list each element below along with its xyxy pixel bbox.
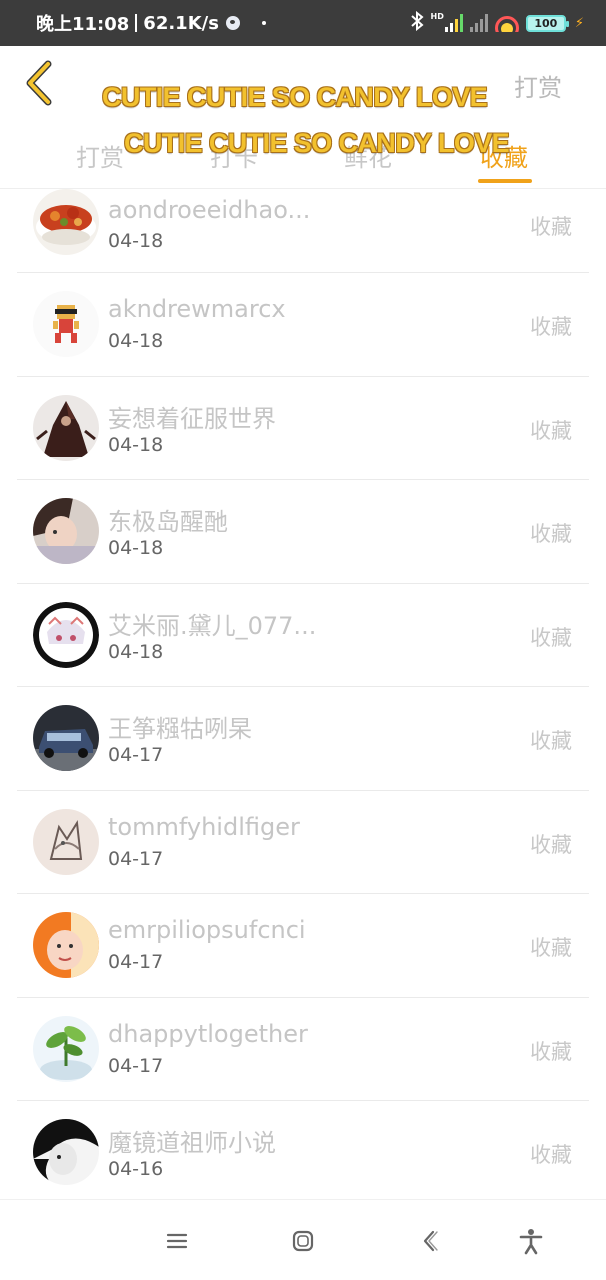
notification-bubble-icon [225, 16, 240, 30]
date: 04-17 [108, 951, 164, 973]
date: 04-18 [108, 330, 164, 352]
network-speed: 62.1K/s [143, 12, 219, 34]
banner-text-top: CUTIE CUTIE SO CANDY LOVE [102, 82, 488, 112]
header: 打赏 打赏 打卡 鲜花 收藏 CUTIE CUTIE SO CANDY LOVE… [0, 46, 606, 189]
list-item[interactable]: tommfyhidlfiger 04-17 收藏 [17, 791, 589, 894]
favorite-label[interactable]: 收藏 [530, 518, 572, 548]
favorites-list: aondroeeidhao... 04-18 收藏 akndrewmarcx 0… [17, 189, 589, 1205]
home-icon [292, 1230, 314, 1252]
avatar[interactable] [33, 189, 99, 255]
status-time: 晚上11:08 [36, 14, 130, 35]
username: aondroeeidhao... [108, 196, 311, 224]
date: 04-17 [108, 847, 164, 870]
username: 王筝糨牯咧杲 [108, 715, 252, 743]
avatar[interactable] [33, 394, 99, 461]
date: 04-18 [108, 230, 164, 252]
active-tab-indicator [478, 179, 532, 183]
username: akndrewmarcx [108, 295, 286, 323]
reward-button[interactable]: 打赏 [514, 68, 562, 103]
hd-label: HD [430, 12, 444, 21]
system-nav-bar [0, 1199, 606, 1280]
accessibility-button[interactable] [516, 1226, 546, 1256]
list-item[interactable]: aondroeeidhao... 04-18 收藏 [17, 189, 589, 273]
list-item[interactable]: 艾米丽.黛儿_077... 04-18 收藏 [17, 584, 589, 687]
avatar[interactable] [33, 705, 99, 771]
signal-secondary-icon [469, 14, 488, 32]
favorite-label[interactable]: 收藏 [530, 211, 572, 241]
avatar[interactable] [33, 601, 99, 668]
home-button[interactable] [288, 1226, 318, 1256]
username: 妄想着征服世界 [108, 404, 276, 433]
list-item[interactable]: 王筝糨牯咧杲 04-17 收藏 [17, 687, 589, 791]
favorite-label[interactable]: 收藏 [530, 415, 572, 445]
favorite-label[interactable]: 收藏 [530, 932, 572, 962]
username: 魔镜道祖师小说 [108, 1129, 276, 1157]
username: 艾米丽.黛儿_077... [108, 611, 317, 640]
chevron-left-icon [26, 60, 52, 106]
username: 东极岛醒酏 [108, 508, 228, 536]
list-item[interactable]: 魔镜道祖师小说 04-16 收藏 [17, 1101, 589, 1205]
favorite-label[interactable]: 收藏 [530, 1036, 572, 1066]
favorite-label[interactable]: 收藏 [530, 829, 572, 859]
battery-level: 100 [534, 16, 558, 30]
favorite-label[interactable]: 收藏 [530, 725, 572, 755]
list-item[interactable]: 东极岛醒酏 04-18 收藏 [17, 480, 589, 584]
username: dhappytlogether [108, 1019, 308, 1048]
avatar[interactable] [33, 912, 99, 978]
wifi-icon [494, 14, 519, 32]
tab-reward[interactable]: 打赏 [76, 138, 124, 173]
avatar[interactable] [33, 1119, 99, 1185]
signal-icon [444, 14, 463, 32]
avatar[interactable] [33, 291, 99, 357]
banner-text-bottom: CUTIE CUTIE SO CANDY LOVE [124, 128, 510, 158]
favorite-label[interactable]: 收藏 [530, 1139, 572, 1169]
date: 04-18 [108, 640, 164, 663]
favorite-label[interactable]: 收藏 [530, 622, 572, 652]
list-item[interactable]: dhappytlogether 04-17 收藏 [17, 998, 589, 1101]
list-item[interactable]: 妄想着征服世界 04-18 收藏 [17, 377, 589, 480]
status-right: HD 100 ⚡ [410, 0, 584, 46]
date: 04-16 [108, 1158, 164, 1180]
favorite-label[interactable]: 收藏 [530, 311, 572, 341]
avatar[interactable] [33, 808, 99, 875]
username: emrpiliopsufcnci [108, 916, 306, 944]
status-bar: 晚上11:08 62.1K/s HD 100 ⚡ [0, 0, 606, 46]
menu-button[interactable] [162, 1226, 192, 1256]
status-separator [135, 14, 138, 32]
list-item[interactable]: akndrewmarcx 04-18 收藏 [17, 273, 589, 377]
back-button[interactable] [22, 60, 56, 106]
menu-icon [166, 1233, 188, 1249]
back-icon [423, 1230, 438, 1252]
battery-icon: 100 [525, 14, 569, 32]
date: 04-17 [108, 1054, 164, 1077]
more-notifications-dot-icon [261, 21, 266, 25]
username: tommfyhidlfiger [108, 812, 300, 841]
bluetooth-icon [410, 10, 424, 36]
date: 04-18 [108, 433, 164, 456]
charging-icon: ⚡ [574, 15, 584, 31]
date: 04-18 [108, 537, 164, 559]
accessibility-icon [519, 1229, 543, 1255]
avatar[interactable] [33, 1015, 99, 1082]
avatar[interactable] [33, 498, 99, 564]
system-back-button[interactable] [415, 1226, 445, 1256]
list-item[interactable]: emrpiliopsufcnci 04-17 收藏 [17, 894, 589, 998]
status-left: 晚上11:08 62.1K/s [36, 0, 266, 46]
date: 04-17 [108, 744, 164, 766]
